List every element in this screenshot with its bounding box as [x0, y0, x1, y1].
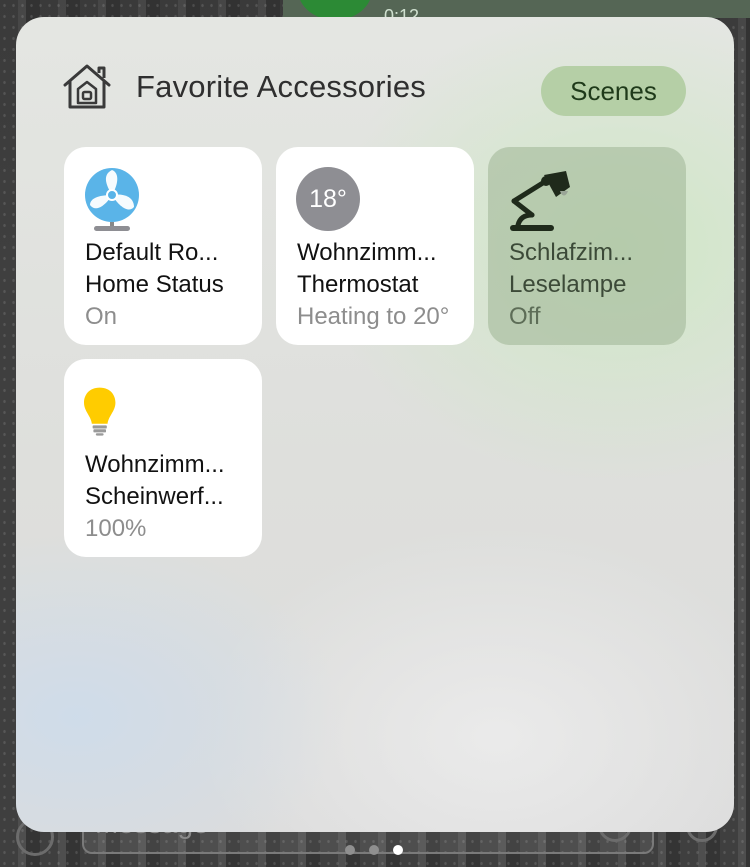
- home-icon: [63, 64, 111, 109]
- accessory-name: Home Status: [85, 271, 224, 298]
- desk-lamp-icon: [510, 171, 570, 231]
- panel-title: Favorite Accessories: [136, 69, 426, 104]
- accessory-room: Wohnzimm...: [85, 451, 225, 478]
- accessory-name: Thermostat: [297, 271, 419, 298]
- page-indicator[interactable]: [345, 845, 403, 855]
- accessory-room: Wohnzimm...: [297, 239, 437, 266]
- accessory-room: Default Ro...: [85, 239, 219, 266]
- accessory-room: Schlafzim...: [509, 239, 634, 266]
- accessory-status: 100%: [85, 515, 147, 542]
- accessory-status: On: [85, 303, 118, 330]
- page-dot[interactable]: [345, 845, 355, 855]
- thermostat-icon: 18°: [296, 167, 360, 231]
- accessory-tile-home-status[interactable]: Default Ro... Home Status On: [64, 147, 262, 345]
- accessory-tile-thermostat[interactable]: 18° Wohnzimm... Thermostat Heating to 20…: [276, 147, 474, 345]
- accessory-status: Heating to 20°: [297, 303, 450, 330]
- accessory-tile-scheinwerfer[interactable]: Wohnzimm... Scheinwerf... 100%: [64, 359, 262, 557]
- accessory-name: Leselampe: [509, 271, 627, 298]
- accessory-tile-leselampe[interactable]: Schlafzim... Leselampe Off: [488, 147, 686, 345]
- accessory-name: Scheinwerf...: [85, 483, 224, 510]
- lightbulb-icon: [84, 387, 116, 436]
- page-dot-active[interactable]: [393, 845, 403, 855]
- fan-icon: [85, 168, 139, 231]
- favorite-accessories-widget: Favorite Accessories Scenes Default Ro..…: [16, 17, 734, 832]
- scenes-button[interactable]: Scenes: [541, 66, 686, 116]
- page-dot[interactable]: [369, 845, 379, 855]
- accessory-status: Off: [509, 303, 541, 330]
